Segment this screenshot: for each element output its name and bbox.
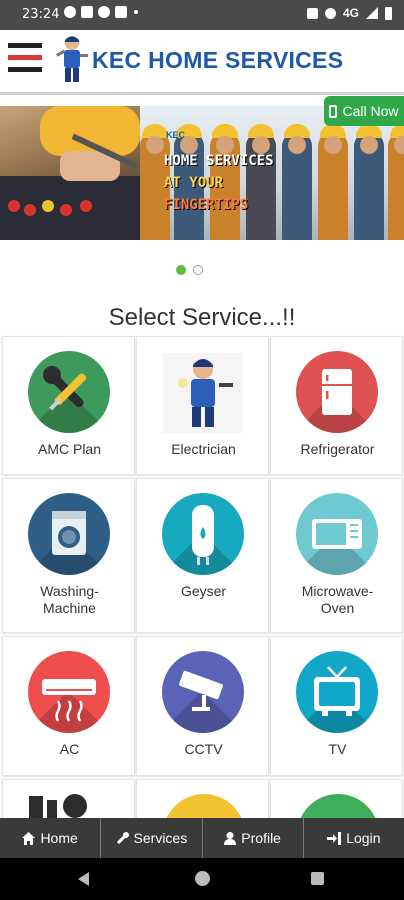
whatsapp-icon: [64, 6, 76, 18]
carousel-dot-2[interactable]: [193, 265, 203, 275]
refrigerator-icon: [296, 351, 378, 433]
system-navigation-bar: [0, 858, 404, 900]
promo-banner[interactable]: KEC HOME SERVICES AT YOUR FINGERTIPS: [0, 106, 404, 240]
gallery-icon: [115, 6, 127, 18]
vibrate-icon: [306, 7, 318, 19]
message-icon: [98, 6, 110, 18]
tools-icon: [29, 794, 87, 818]
banner-tools-image: [0, 106, 140, 240]
brand-title: KEC HOME SERVICES: [92, 47, 344, 73]
nav-home[interactable]: Home: [0, 818, 102, 858]
logo-mascot-icon: [56, 36, 88, 82]
tv-icon: [296, 651, 378, 733]
service-icon: [297, 794, 379, 818]
home-button-icon[interactable]: [195, 871, 210, 886]
app-notification-icon: [81, 6, 93, 18]
home-icon: [22, 831, 36, 845]
service-refrigerator[interactable]: Refrigerator: [270, 336, 403, 475]
washing-machine-icon: [28, 493, 110, 575]
wrench-screwdriver-icon: [28, 351, 110, 433]
service-icon: [163, 794, 245, 818]
service-geyser[interactable]: Geyser: [136, 478, 269, 633]
hotspot-icon: [324, 7, 336, 19]
user-icon: [224, 831, 237, 845]
worker-figure: [354, 124, 384, 240]
service-tools[interactable]: [2, 779, 135, 819]
service-label: Geyser: [180, 583, 227, 599]
wrench-icon: [116, 831, 129, 844]
microwave-icon: [296, 493, 378, 575]
service-ac[interactable]: AC: [2, 636, 135, 776]
banner-line-1: HOME SERVICES: [164, 153, 274, 169]
status-time: 23:24: [22, 7, 60, 22]
recent-apps-icon[interactable]: [311, 872, 324, 885]
nav-services-label: Services: [133, 830, 188, 846]
nav-profile-label: Profile: [241, 830, 281, 846]
service-partial-2[interactable]: [136, 779, 269, 819]
electrician-icon: [163, 353, 243, 433]
geyser-icon: [162, 493, 244, 575]
cctv-icon: [162, 651, 244, 733]
nav-login[interactable]: Login: [304, 818, 404, 858]
service-label: Washing- Machine: [40, 583, 99, 616]
more-notifications-icon: [134, 10, 138, 14]
worker-figure: [318, 124, 348, 240]
worker-figure: [388, 124, 404, 240]
nav-profile[interactable]: Profile: [203, 818, 304, 858]
menu-icon[interactable]: [8, 43, 42, 73]
banner-line-3: FINGERTIPS: [164, 197, 249, 213]
nav-home-label: Home: [40, 830, 78, 846]
service-label: TV: [328, 741, 347, 757]
bottom-navigation: Home Services Profile Login: [0, 818, 404, 858]
section-title: Select Service...!!: [108, 304, 296, 331]
service-washing-machine[interactable]: Washing- Machine: [2, 478, 135, 633]
banner-line-2: AT YOUR: [164, 175, 224, 191]
worker-figure: [282, 124, 312, 240]
service-label: AC: [59, 741, 80, 757]
status-bar: 23:24 4G: [0, 0, 404, 30]
back-icon[interactable]: [78, 872, 89, 886]
service-electrician[interactable]: Electrician: [136, 336, 269, 475]
battery-icon: [385, 6, 392, 20]
app-header: KEC HOME SERVICES: [0, 30, 404, 95]
air-conditioner-icon: [28, 651, 110, 733]
banner-headline: HOME SERVICES AT YOUR FINGERTIPS: [164, 150, 274, 216]
service-tv[interactable]: TV: [270, 636, 403, 776]
call-now-label: Call Now: [342, 103, 399, 119]
phone-icon: [329, 104, 338, 118]
nav-services[interactable]: Services: [101, 818, 203, 858]
signal-icon: [366, 7, 378, 19]
service-label: Electrician: [171, 441, 236, 457]
carousel-indicator: [176, 265, 203, 275]
network-type: 4G: [342, 6, 359, 20]
service-label: CCTV: [184, 741, 223, 757]
service-label: Refrigerator: [300, 441, 375, 457]
banner-logo-text: KEC: [166, 130, 186, 140]
nav-login-label: Login: [346, 830, 381, 846]
service-label: AMC Plan: [37, 441, 102, 457]
service-cctv[interactable]: CCTV: [136, 636, 269, 776]
system-icons: 4G: [306, 6, 392, 20]
carousel-dot-1[interactable]: [176, 265, 186, 275]
notification-icons: [64, 6, 138, 18]
service-partial-3[interactable]: [270, 779, 403, 819]
call-now-button[interactable]: Call Now: [324, 96, 404, 126]
service-microwave-oven[interactable]: Microwave- Oven: [270, 478, 403, 633]
sign-in-icon: [327, 831, 342, 845]
service-label: Microwave- Oven: [301, 583, 374, 616]
service-amc-plan[interactable]: AMC Plan: [2, 336, 135, 475]
